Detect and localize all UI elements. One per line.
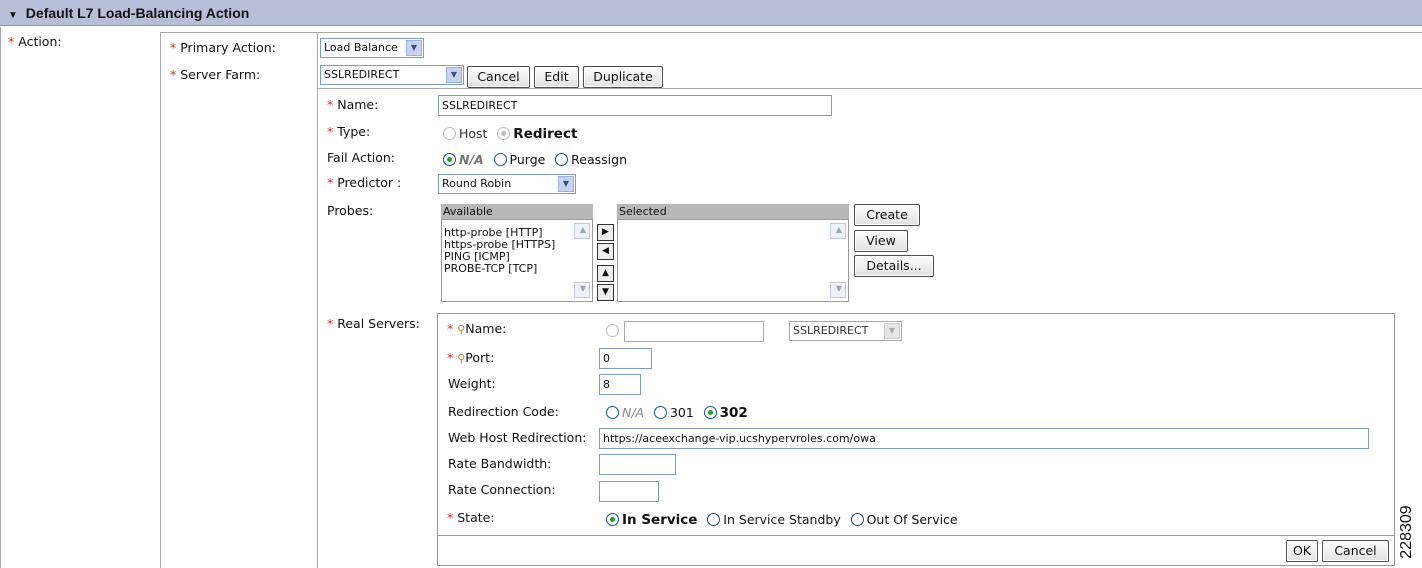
duplicate-button[interactable]: Duplicate: [583, 66, 663, 88]
probes-available-list[interactable]: http-probe [HTTP] https-probe [HTTPS] PI…: [441, 219, 593, 302]
move-left-icon[interactable]: ◀: [597, 243, 614, 260]
type-label: * Type:: [327, 124, 371, 139]
predictor-label: * Predictor :: [327, 175, 402, 190]
details-probe-button[interactable]: Details...: [854, 255, 934, 277]
probes-selected-list[interactable]: ▲ ▼: [617, 219, 849, 302]
chevron-down-icon[interactable]: ▼: [884, 323, 900, 339]
rs-name-label: * ⚲Name:: [447, 321, 507, 336]
real-servers-panel: [437, 313, 1395, 536]
scroll-down-icon[interactable]: ▼: [574, 282, 590, 298]
chevron-down-icon[interactable]: ▼: [446, 67, 462, 83]
scroll-up-icon[interactable]: ▲: [574, 223, 590, 239]
chevron-down-icon[interactable]: ▼: [558, 176, 574, 192]
state-standby-radio[interactable]: [707, 513, 721, 526]
probes-label: Probes:: [327, 203, 374, 218]
edit-button[interactable]: Edit: [534, 66, 579, 88]
state-in-service-radio[interactable]: [606, 513, 619, 526]
redirection-code-label: Redirection Code:: [448, 404, 559, 419]
cancel-button[interactable]: Cancel: [467, 66, 530, 88]
action-label: * Action:: [8, 34, 62, 49]
rate-connection-label: Rate Connection:: [448, 482, 556, 497]
move-up-icon[interactable]: ▲: [597, 265, 614, 282]
state-radio-group: In Service In Service Standby Out Of Ser…: [606, 512, 964, 528]
server-farm-label: * Server Farm:: [170, 67, 261, 82]
name-label: * Name:: [327, 97, 379, 112]
section-title: Default L7 Load-Balancing Action: [25, 5, 250, 21]
grid-line: [0, 27, 1, 568]
primary-action-label: * Primary Action:: [170, 40, 276, 55]
rs-port-label: * ⚲Port:: [447, 350, 495, 365]
create-probe-button[interactable]: Create: [854, 204, 920, 226]
grid-line: [160, 32, 1422, 33]
redirection-na-radio[interactable]: [606, 406, 619, 419]
section-header[interactable]: ▼ Default L7 Load-Balancing Action: [0, 0, 1422, 26]
fail-action-radio-group: N/A Purge Reassign: [443, 152, 633, 167]
grid-line: [317, 88, 1422, 89]
probes-selected-header: Selected: [617, 204, 849, 219]
button-bar: [437, 536, 1395, 566]
rs-name-select[interactable]: SSLREDIRECT ▼: [789, 321, 902, 341]
web-host-redirection-field[interactable]: https://aceexchange-vip.ucshypervroles.c…: [599, 428, 1369, 449]
grid-line: [160, 32, 161, 568]
move-down-icon[interactable]: ▼: [597, 284, 614, 301]
figure-number: 228309: [1398, 505, 1415, 559]
fail-action-purge-radio[interactable]: [493, 153, 507, 166]
serverfarm-name-field[interactable]: SSLREDIRECT: [438, 95, 832, 116]
scroll-down-icon[interactable]: ▼: [830, 282, 846, 298]
server-farm-select[interactable]: SSLREDIRECT ▼: [320, 65, 464, 85]
grid-line: [317, 32, 318, 568]
move-right-icon[interactable]: ▶: [597, 224, 614, 241]
rs-port-field[interactable]: 0: [599, 348, 652, 369]
chevron-down-icon[interactable]: ▼: [406, 40, 422, 56]
view-probe-button[interactable]: View: [854, 230, 908, 252]
rate-bandwidth-field[interactable]: [599, 454, 676, 475]
type-radio-group: Host Redirect: [443, 126, 583, 142]
fail-action-reassign-radio[interactable]: [555, 153, 569, 166]
redirection-code-radio-group: N/A 301 302: [606, 405, 754, 421]
rs-name-field[interactable]: [624, 321, 764, 342]
redirection-301-radio[interactable]: [653, 406, 667, 419]
predictor-select[interactable]: Round Robin ▼: [438, 174, 576, 194]
primary-action-select[interactable]: Load Balance ▼: [320, 38, 424, 58]
state-out-of-service-radio[interactable]: [850, 513, 864, 526]
weight-field[interactable]: 8: [599, 374, 641, 395]
real-servers-label: * Real Servers:: [327, 316, 420, 331]
triangle-down-icon[interactable]: ▼: [8, 10, 18, 21]
fail-action-label: Fail Action:: [327, 150, 395, 165]
type-host-radio[interactable]: [443, 127, 456, 140]
web-host-redirection-label: Web Host Redirection:: [448, 430, 587, 445]
rate-bandwidth-label: Rate Bandwidth:: [448, 456, 552, 471]
type-redirect-radio[interactable]: [497, 127, 511, 140]
rate-connection-field[interactable]: [599, 481, 659, 502]
weight-label: Weight:: [448, 376, 496, 391]
scroll-up-icon[interactable]: ▲: [830, 223, 846, 239]
fail-action-na-radio[interactable]: [443, 153, 456, 166]
probes-available-header: Available: [441, 204, 593, 219]
ok-button[interactable]: OK: [1286, 540, 1318, 562]
state-label: * State:: [447, 510, 495, 525]
list-item[interactable]: PROBE-TCP [TCP]: [442, 263, 592, 275]
redirection-302-radio[interactable]: [703, 406, 717, 419]
rs-name-text-radio[interactable]: [606, 324, 619, 337]
